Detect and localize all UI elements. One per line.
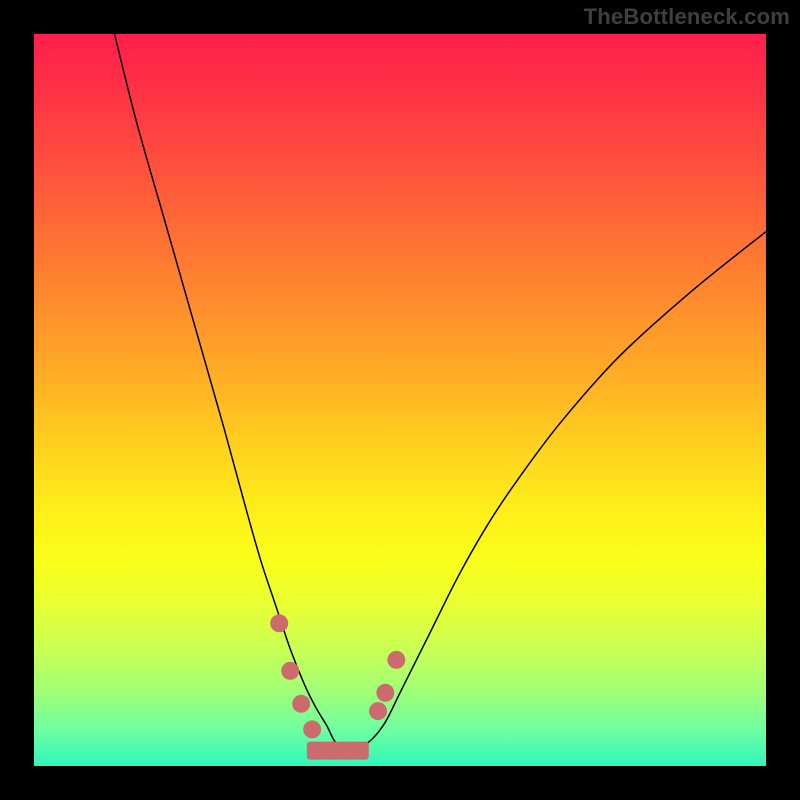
curve-marker-icon [281, 662, 299, 680]
curve-marker-icon [376, 684, 394, 702]
curve-marker-icon [369, 702, 387, 720]
watermark-text: TheBottleneck.com [584, 4, 790, 30]
curve-marker-icon [270, 614, 288, 632]
curve-marker-icon [351, 742, 369, 760]
curve-marker-icon [387, 651, 405, 669]
plot-area [34, 34, 766, 766]
curve-marker-icon [303, 720, 321, 738]
marker-cluster-flat [307, 742, 369, 760]
chart-svg [34, 34, 766, 766]
bottleneck-curve [115, 34, 766, 751]
marker-cluster-right [369, 651, 405, 720]
chart-stage: TheBottleneck.com [0, 0, 800, 800]
curve-marker-icon [292, 695, 310, 713]
marker-cluster-left [270, 614, 321, 738]
